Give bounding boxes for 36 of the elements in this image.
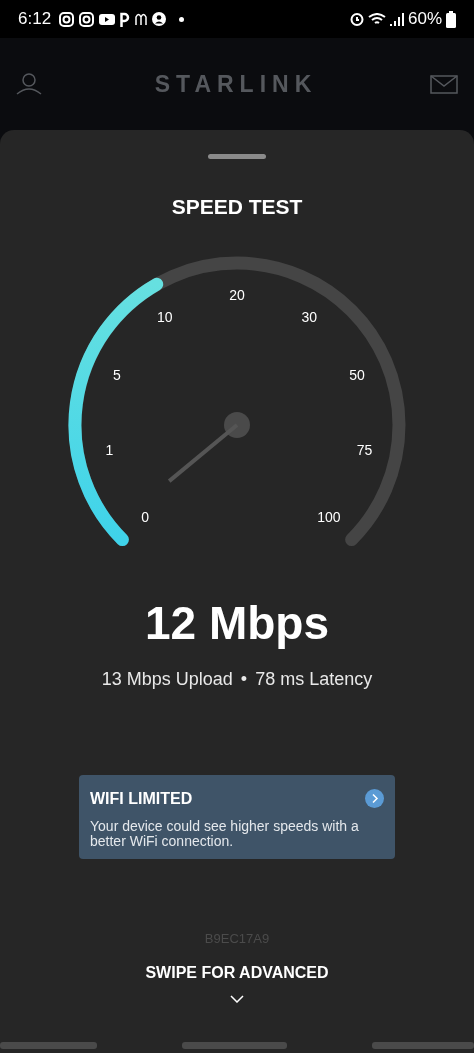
gauge-tick-label: 0: [141, 508, 149, 525]
clock-time: 6:12: [18, 8, 52, 31]
account-icon: [152, 12, 167, 26]
gauge-tick-label: 20: [229, 286, 245, 303]
camera-app-icon: [59, 11, 75, 27]
wifi-alert-card[interactable]: WIFI LIMITED Your device could see higher speeds with a better WiFi connection.: [79, 774, 395, 860]
alert-message: Your device could see higher speeds with a better WiFi connection.: [90, 818, 360, 850]
alert-title: WIFI LIMITED: [90, 788, 193, 809]
alarm-icon: [349, 12, 364, 26]
dot-icon: [179, 16, 185, 22]
swipe-hint: SWIPE FOR ADVANCED: [145, 962, 329, 983]
battery-percentage: 60%: [407, 8, 442, 31]
gauge-tick-label: 5: [113, 366, 121, 383]
sheet-title: SPEED TEST: [171, 194, 303, 220]
gauge-tick-label: 75: [356, 441, 373, 458]
drag-handle[interactable]: [208, 154, 266, 159]
gauge-tick-label: 1: [105, 441, 114, 458]
signal-icon: [389, 12, 404, 26]
gauge-tick-label: 100: [317, 508, 341, 525]
app-logo: STARLINK: [154, 69, 318, 99]
separator-dot: •: [240, 667, 248, 691]
profile-icon[interactable]: [16, 73, 42, 95]
video-app-icon: [99, 13, 116, 25]
mail-icon[interactable]: [430, 74, 458, 94]
arches-icon: [135, 13, 148, 25]
upload-speed: 13 Mbps Upload: [101, 667, 233, 691]
chevron-down-icon[interactable]: [230, 994, 244, 1003]
latency: 78 ms Latency: [255, 667, 373, 691]
p-letter-icon: [120, 11, 131, 27]
wifi-icon: [367, 13, 386, 25]
gauge-tick-label: 50: [349, 366, 365, 383]
camera-app-icon: [79, 11, 95, 27]
chevron-right-icon[interactable]: [365, 789, 384, 808]
gauge-tick-label: 30: [301, 308, 317, 325]
gauge-tick-label: 10: [157, 308, 173, 325]
battery-icon: [446, 10, 456, 28]
